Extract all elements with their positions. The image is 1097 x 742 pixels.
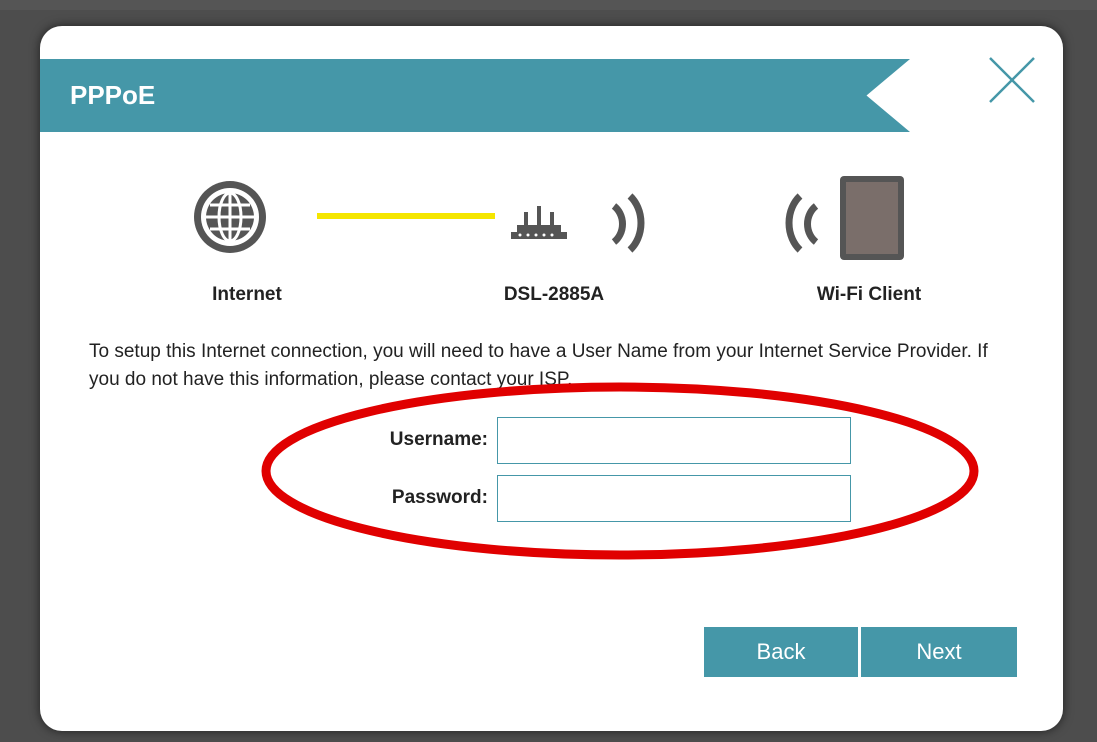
- globe-icon: [194, 181, 266, 253]
- node-label-wifi-client: Wi-Fi Client: [816, 284, 922, 305]
- highlight-ellipse: [261, 382, 979, 560]
- password-row: Password:: [40, 475, 1063, 525]
- connection-diagram: Internet DSL-2885A Wi-Fi Client: [40, 26, 1063, 326]
- next-button[interactable]: Next: [861, 627, 1017, 677]
- back-button[interactable]: Back: [704, 627, 858, 677]
- info-text: To setup this Internet connection, you w…: [89, 341, 988, 390]
- router-icon: [511, 193, 645, 253]
- username-label: Username:: [389, 429, 488, 450]
- username-row: Username:: [40, 417, 1063, 467]
- password-input[interactable]: [497, 475, 851, 522]
- setup-dialog: PPPoE Internet DSL-2885A Wi-Fi Client To…: [40, 26, 1063, 731]
- tablet-icon: [785, 176, 904, 260]
- node-label-router: DSL-2885A: [503, 284, 605, 305]
- password-label: Password:: [391, 487, 488, 508]
- node-label-internet: Internet: [212, 284, 282, 305]
- backdrop: [0, 0, 1097, 10]
- username-input[interactable]: [497, 417, 851, 464]
